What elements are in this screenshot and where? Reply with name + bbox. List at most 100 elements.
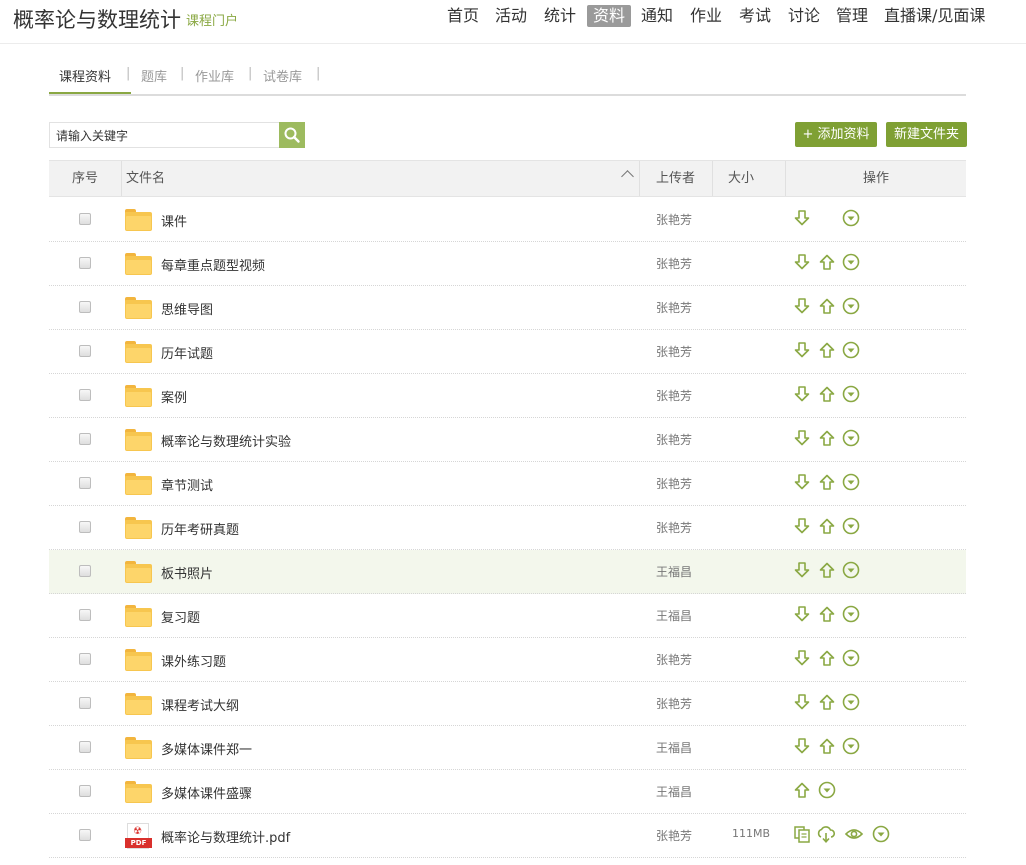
file-name[interactable]: 章节测试	[161, 475, 213, 494]
more-icon[interactable]	[842, 209, 860, 227]
upload-icon[interactable]	[793, 781, 811, 799]
table-row[interactable]: 复习题 王福昌	[49, 594, 966, 638]
file-name[interactable]: 课件	[161, 211, 187, 230]
upload-icon[interactable]	[818, 649, 836, 667]
file-name[interactable]: 复习题	[161, 607, 200, 626]
nav-activity[interactable]: 活动	[489, 5, 533, 27]
nav-homework[interactable]: 作业	[684, 5, 728, 27]
download-icon[interactable]	[793, 253, 811, 271]
table-row[interactable]: 历年考研真题 张艳芳	[49, 506, 966, 550]
nav-live[interactable]: 直播课/见面课	[878, 5, 991, 27]
table-row[interactable]: 思维导图 张艳芳	[49, 286, 966, 330]
subtab-2[interactable]: 作业库	[195, 66, 234, 85]
row-checkbox[interactable]	[79, 301, 91, 313]
upload-icon[interactable]	[818, 385, 836, 403]
upload-icon[interactable]	[818, 341, 836, 359]
table-row[interactable]: 多媒体课件盛骤 王福昌	[49, 770, 966, 814]
more-icon[interactable]	[842, 737, 860, 755]
upload-icon[interactable]	[818, 693, 836, 711]
download-icon[interactable]	[793, 385, 811, 403]
add-material-button[interactable]: + 添加资料	[795, 122, 877, 147]
upload-icon[interactable]	[818, 561, 836, 579]
file-name[interactable]: 课外练习题	[161, 651, 226, 670]
download-icon[interactable]	[793, 693, 811, 711]
table-row[interactable]: ☢ PDF 概率论与数理统计.pdf 张艳芳 111MB	[49, 814, 966, 858]
file-name[interactable]: 多媒体课件郑一	[161, 739, 252, 758]
file-name[interactable]: 案例	[161, 387, 187, 406]
table-row[interactable]: 板书照片 王福昌	[49, 550, 966, 594]
row-checkbox[interactable]	[79, 785, 91, 797]
table-row[interactable]: 课件 张艳芳	[49, 198, 966, 242]
file-name[interactable]: 课程考试大纲	[161, 695, 239, 714]
nav-stats[interactable]: 统计	[538, 5, 582, 27]
more-icon[interactable]	[842, 253, 860, 271]
more-icon[interactable]	[842, 561, 860, 579]
nav-exam[interactable]: 考试	[733, 5, 777, 27]
preview-icon[interactable]	[844, 825, 864, 843]
more-icon[interactable]	[842, 297, 860, 315]
download-icon[interactable]	[793, 605, 811, 623]
sort-ascending-icon[interactable]	[621, 170, 634, 183]
more-icon[interactable]	[842, 517, 860, 535]
download-icon[interactable]	[793, 517, 811, 535]
upload-icon[interactable]	[818, 737, 836, 755]
more-icon[interactable]	[842, 429, 860, 447]
table-row[interactable]: 历年试题 张艳芳	[49, 330, 966, 374]
file-name[interactable]: 多媒体课件盛骤	[161, 783, 252, 802]
more-icon[interactable]	[842, 341, 860, 359]
table-row[interactable]: 多媒体课件郑一 王福昌	[49, 726, 966, 770]
more-icon[interactable]	[842, 693, 860, 711]
download-icon[interactable]	[793, 297, 811, 315]
row-checkbox[interactable]	[79, 257, 91, 269]
upload-icon[interactable]	[818, 605, 836, 623]
file-name[interactable]: 历年试题	[161, 343, 213, 362]
nav-materials[interactable]: 资料	[587, 5, 632, 27]
download-icon[interactable]	[793, 561, 811, 579]
table-row[interactable]: 章节测试 张艳芳	[49, 462, 966, 506]
file-name[interactable]: 板书照片	[161, 563, 213, 582]
upload-icon[interactable]	[818, 517, 836, 535]
upload-icon[interactable]	[818, 253, 836, 271]
file-name[interactable]: 概率论与数理统计实验	[161, 431, 291, 450]
row-checkbox[interactable]	[79, 521, 91, 533]
upload-icon[interactable]	[818, 429, 836, 447]
download-icon[interactable]	[793, 649, 811, 667]
cloud-download-icon[interactable]	[816, 825, 836, 843]
row-checkbox[interactable]	[79, 477, 91, 489]
download-icon[interactable]	[793, 209, 811, 227]
row-checkbox[interactable]	[79, 653, 91, 665]
download-icon[interactable]	[793, 737, 811, 755]
more-icon[interactable]	[842, 385, 860, 403]
more-icon[interactable]	[872, 825, 890, 843]
header-filename[interactable]: 文件名	[126, 161, 165, 196]
upload-icon[interactable]	[818, 297, 836, 315]
course-portal-link[interactable]: 课程门户	[186, 10, 238, 29]
more-icon[interactable]	[842, 473, 860, 491]
subtab-0[interactable]: 课程资料	[59, 66, 111, 85]
table-row[interactable]: 课程考试大纲 张艳芳	[49, 682, 966, 726]
table-row[interactable]: 课外练习题 张艳芳	[49, 638, 966, 682]
more-icon[interactable]	[818, 781, 836, 799]
file-name[interactable]: 概率论与数理统计.pdf	[161, 827, 290, 846]
more-icon[interactable]	[842, 605, 860, 623]
download-icon[interactable]	[793, 473, 811, 491]
row-checkbox[interactable]	[79, 213, 91, 225]
row-checkbox[interactable]	[79, 697, 91, 709]
file-name[interactable]: 每章重点题型视频	[161, 255, 265, 274]
upload-icon[interactable]	[818, 473, 836, 491]
nav-home[interactable]: 首页	[441, 5, 485, 27]
new-folder-button[interactable]: 新建文件夹	[886, 122, 967, 147]
download-icon[interactable]	[793, 429, 811, 447]
row-checkbox[interactable]	[79, 345, 91, 357]
row-checkbox[interactable]	[79, 565, 91, 577]
nav-notice[interactable]: 通知	[635, 5, 679, 27]
file-name[interactable]: 思维导图	[161, 299, 213, 318]
table-row[interactable]: 每章重点题型视频 张艳芳	[49, 242, 966, 286]
nav-manage[interactable]: 管理	[830, 5, 874, 27]
subtab-1[interactable]: 题库	[141, 66, 167, 85]
copy-icon[interactable]	[793, 825, 811, 843]
search-button[interactable]	[279, 122, 305, 148]
subtab-3[interactable]: 试卷库	[263, 66, 302, 85]
more-icon[interactable]	[842, 649, 860, 667]
download-icon[interactable]	[793, 341, 811, 359]
